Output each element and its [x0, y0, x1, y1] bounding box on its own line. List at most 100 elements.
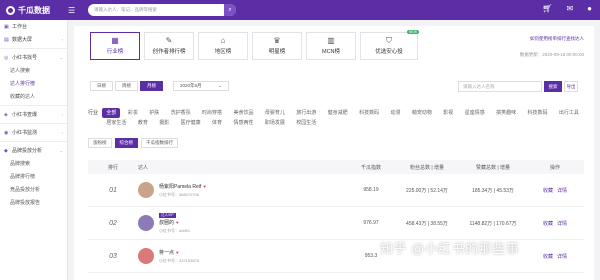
category-item[interactable]: 体育	[208, 118, 226, 128]
sidebar-item-brand-report[interactable]: 品牌投放报告	[0, 196, 67, 209]
export-button[interactable]: 导出	[564, 81, 578, 92]
category-item[interactable]: 科技数码	[355, 108, 383, 118]
detail-link[interactable]: 详情	[557, 254, 567, 260]
table-row[interactable]: 01 杨紫阳Pamela Reif ♥ 小红书号：588070706 958.19…	[88, 174, 584, 207]
index-value: 958.19	[363, 187, 379, 193]
sidebar-item-hot[interactable]: ◈ 小红书查爆 ›	[0, 108, 67, 121]
global-search-input[interactable]: 请输入达人、笔记、品牌等搜索	[88, 7, 224, 13]
sidebar-item-search-kol[interactable]: 达人搜索	[0, 64, 67, 77]
category-item[interactable]: 搞笑趣味	[492, 108, 520, 118]
location-icon: ⌂	[220, 36, 226, 45]
category-item[interactable]: 洗护香氛	[167, 108, 195, 118]
category-item[interactable]: 美食饮品	[229, 108, 257, 118]
category-item[interactable]: 校园生活	[292, 118, 320, 128]
tab-region[interactable]: ⌂ 地区榜	[198, 32, 248, 60]
shield-icon: ⛉	[386, 36, 392, 45]
sidebar-item-find[interactable]: ◎ 小红书找号 ⌄	[0, 51, 67, 64]
category-item[interactable]: 教育	[134, 118, 152, 128]
category-item[interactable]: 出行工具	[555, 108, 583, 118]
col-likes[interactable]: 赞藏总数 | 增量	[460, 164, 526, 171]
kol-name[interactable]: 叔圈的	[159, 220, 174, 226]
new-badge: NEW	[406, 30, 419, 34]
vip-badge: 达人VIP	[159, 213, 176, 218]
sidebar-item-competitor[interactable]: 竞品投放分析	[0, 183, 67, 196]
sidebar-item-workbench[interactable]: ▣ 工作台	[0, 20, 67, 33]
category-item[interactable]: 科技数码	[524, 108, 552, 118]
category-item[interactable]: 摄影	[155, 118, 173, 128]
category-item[interactable]: 旅行出游	[292, 108, 320, 118]
detail-link[interactable]: 详情	[557, 221, 567, 227]
date-select[interactable]: 2020年8月 ⌄	[173, 81, 229, 91]
category-item[interactable]: 彩妆	[124, 108, 142, 118]
category-item[interactable]: 动漫	[386, 108, 404, 118]
col-rank: 排行	[107, 164, 118, 171]
kol-name[interactable]: 杨紫阳Pamela Reif	[159, 184, 201, 190]
sidebar-item-dashboard[interactable]: ▤ 数据大屏 ›	[0, 33, 67, 46]
favorite-link[interactable]: 收藏	[543, 221, 553, 227]
cart-icon[interactable]: 🛒︎	[542, 4, 552, 13]
tab-overall[interactable]: 综合榜	[114, 138, 138, 148]
tab-creator[interactable]: ✎ 创作者排行榜	[144, 32, 194, 60]
menu-toggle-icon[interactable]: ☰	[68, 6, 84, 15]
sidebar-item-monitor[interactable]: ◉ 小红书监测 ›	[0, 126, 67, 139]
category-item[interactable]: 职场发展	[261, 118, 289, 128]
tab-weekly[interactable]: 周榜	[115, 81, 138, 91]
sidebar-item-favorites[interactable]: 收藏的达人	[0, 90, 67, 103]
col-fans[interactable]: 粉丝总数 | 增量	[394, 164, 460, 171]
category-item[interactable]: 情感两性	[229, 118, 257, 128]
kol-search-button[interactable]: 搜索	[544, 81, 562, 92]
category-item[interactable]: 星座情感	[461, 108, 489, 118]
help-link[interactable]: 如何使用榜单排行查找达人	[530, 36, 584, 42]
avatar[interactable]	[138, 248, 154, 264]
category-item[interactable]: 健身减肥	[324, 108, 352, 118]
col-index[interactable]: 千瓜指数	[348, 164, 394, 171]
sidebar-item-brand-search[interactable]: 品牌搜索	[0, 157, 67, 170]
global-search[interactable]: 请输入达人、笔记、品牌等搜索 ⌕	[88, 4, 236, 16]
sidebar-item-kol-ranking[interactable]: 达人排行榜	[0, 77, 67, 90]
table-header: 排行 达人 千瓜指数 粉丝总数 | 增量 赞藏总数 | 增量 操作	[88, 160, 584, 174]
favorite-link[interactable]: 收藏	[543, 188, 553, 194]
brand-logo[interactable]: 千瓜数据	[0, 5, 68, 16]
category-item[interactable]: 护肤	[145, 108, 163, 118]
avatar[interactable]	[138, 215, 154, 231]
avatar[interactable]: ●	[587, 4, 592, 13]
category-item[interactable]: 居家生活	[102, 118, 130, 128]
search-icon[interactable]: ⌕	[224, 4, 236, 16]
heart-icon: ♥	[176, 220, 179, 225]
detail-link[interactable]: 详情	[557, 188, 567, 194]
category-item[interactable]: 时尚穿搭	[198, 108, 226, 118]
table-row[interactable]: 02 达人VIP 叔圈的 ♥ 小红书号：ddd91 976.97 458.43万 …	[88, 207, 584, 240]
tab-preferred[interactable]: NEW ⛉ 优选安心投	[360, 30, 419, 60]
col-actions: 操作	[549, 164, 560, 171]
pen-icon: ✎	[165, 36, 173, 45]
sidebar-item-brand-ranking[interactable]: 品牌排行榜	[0, 170, 67, 183]
sidebar-item-brand[interactable]: ◆ 品牌投放分析 ⌄	[0, 144, 67, 157]
category-filter: 行业 全部 彩妆 护肤 洗护香氛 时尚穿搭 美食饮品 母婴育儿 旅行出游 健身减…	[88, 108, 588, 128]
chevron-right-icon: ›	[61, 112, 63, 117]
category-item[interactable]: 萌宠动物	[408, 108, 436, 118]
tab-industry[interactable]: ▦ 行业榜	[90, 32, 140, 60]
category-item[interactable]: 医疗健康	[177, 118, 205, 128]
kol-id: 小红书号：588070706	[159, 191, 200, 197]
brand-icon: ◆	[4, 147, 8, 154]
monitor-icon: ◉	[4, 129, 9, 136]
category-all[interactable]: 全部	[102, 108, 121, 118]
kol-name[interactable]: 蒋一点	[159, 250, 174, 256]
favorite-link[interactable]: 收藏	[543, 254, 553, 260]
kol-search-input[interactable]: 请输入达人名称	[458, 81, 542, 92]
col-kol: 达人	[138, 164, 149, 171]
avatar[interactable]	[138, 182, 154, 198]
hot-icon: ◈	[4, 111, 8, 118]
likes-value: 185.34万 | 45.53万	[472, 187, 514, 194]
tab-fans-growth[interactable]: 涨粉榜	[88, 138, 112, 148]
tab-monthly[interactable]: 月榜	[140, 81, 163, 91]
tab-star[interactable]: ♛ 明星榜	[252, 32, 302, 60]
tab-daily[interactable]: 日榜	[90, 81, 113, 91]
category-item[interactable]: 影视	[439, 108, 457, 118]
mail-icon[interactable]: ✉	[566, 4, 573, 13]
tab-mcn[interactable]: ▥ MCN榜	[306, 32, 356, 60]
building-icon: ▥	[327, 36, 335, 45]
chevron-down-icon: ⌄	[59, 55, 63, 60]
tab-index-rank[interactable]: 千瓜指数排行	[141, 138, 178, 148]
category-item[interactable]: 母婴育儿	[261, 108, 289, 118]
